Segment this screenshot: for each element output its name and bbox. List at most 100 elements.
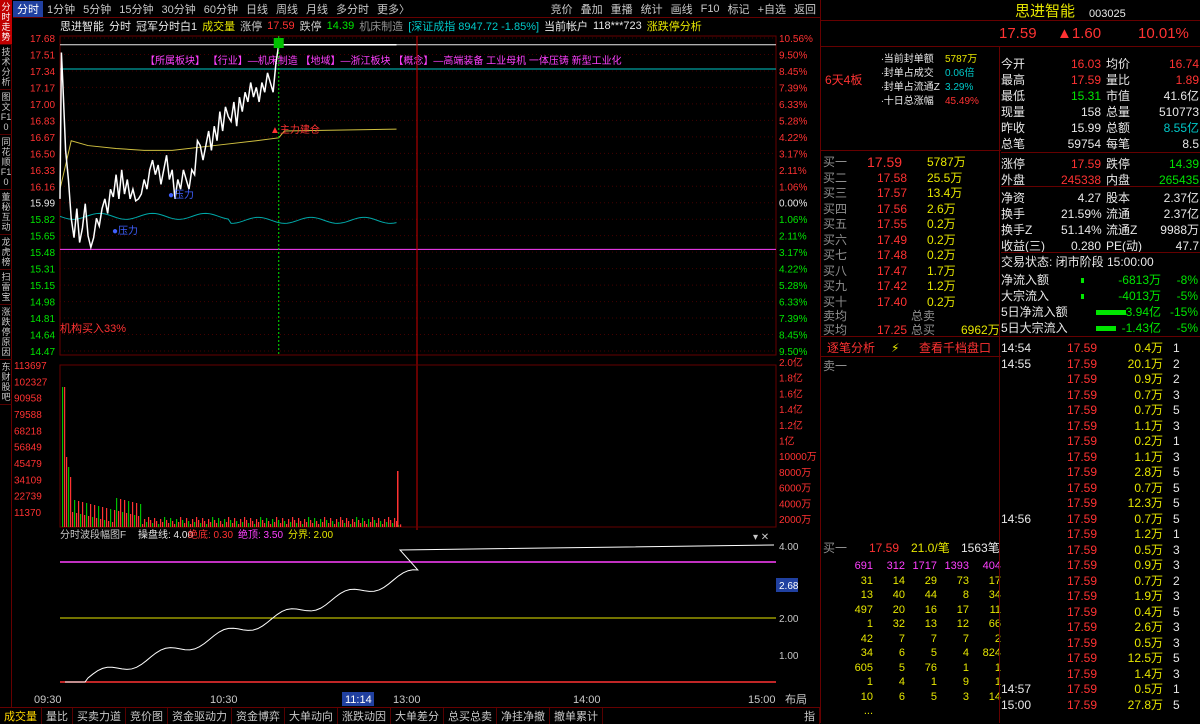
vol-bar [176,519,178,527]
vol-bar [344,523,346,527]
vol-bar [136,503,138,527]
price-tick: 16.33 [30,166,55,177]
price-tick: 14.64 [30,331,55,342]
bottom-right-button[interactable]: 指 [800,707,820,724]
tick-price: 17.59 [1067,403,1098,417]
tick-count: 5 [1173,604,1180,619]
mid-tick: 1.00 [779,651,799,662]
volume-frame [59,364,777,528]
tab-depth[interactable]: 查看千档盘口 [919,340,991,356]
bottom-tab-11[interactable]: 撤单累计 [550,707,603,724]
bid-price: 17.42 [877,279,908,293]
divider [821,356,1001,357]
tick-vol: 0.7万 [1134,511,1163,526]
vol-bar [180,517,182,527]
bottom-tab-8[interactable]: 大单差分 [391,707,444,724]
bottom-tab-6[interactable]: 大单动向 [285,707,338,724]
bottom-tab-5[interactable]: 资金博弈 [232,707,285,724]
price-tick: 15.31 [30,265,55,276]
stat-value: 59754 [1067,137,1101,151]
bottom-tab-7[interactable]: 涨跌动因 [338,707,391,724]
vol-bar [314,518,316,527]
vol-bar [374,520,376,527]
seal-label: ∙十日总涨幅 [881,96,934,107]
layout-button[interactable]: 布局 [785,693,807,706]
mid-tick: 2.00 [779,614,799,625]
divider [821,46,1001,47]
bottom-tab-3[interactable]: 竞价图 [126,707,168,724]
tab-tick-analysis[interactable]: 逐笔分析 [827,340,875,356]
bid-vol: 0.2万 [927,217,956,231]
vol-bar [122,512,124,527]
vol-bar [260,517,262,527]
collapse-icon[interactable]: ▾ ✕ [753,532,769,543]
bottom-tab-4[interactable]: 资金驱动力 [168,707,232,724]
vol-bar [62,387,64,527]
vol-bar [348,521,350,527]
bottom-tab-9[interactable]: 总买总卖 [444,707,497,724]
price-tick: 15.15 [30,281,55,292]
pct-tick: 8.45% [779,67,807,78]
tick-count: 5 [1173,697,1180,712]
vol-bar [94,505,96,527]
price-line [59,43,397,251]
vol-bar [290,522,292,527]
tick-price: 17.59 [1067,620,1098,634]
tick-count: 1 [1173,341,1180,355]
vol-bar [358,520,360,527]
stat-value2: 8.55亿 [1163,121,1199,135]
bottom-tab-2[interactable]: 买卖力道 [73,707,126,724]
vol-bar [242,522,244,527]
vol-tick: 56849 [14,443,42,454]
tick-price: 17.59 [1067,542,1098,557]
tick-vol: 27.8万 [1127,697,1163,712]
vol-tick: 22739 [14,492,42,503]
intraday-chart[interactable]: 17.68 10.56% 17.51 9.50% 17.34 8.45% 17.17 7.39… [0,0,820,707]
vol-bar [64,387,66,527]
bid-price: 17.57 [877,186,908,200]
tick-price: 17.59 [1067,604,1098,619]
vol-bar [346,518,348,527]
vol-bar [150,520,152,527]
vol-bar [308,517,310,527]
bid-label: 买一 [823,155,848,169]
flow-value: -6813万 [1118,273,1161,287]
tick-vol: 0.7万 [1134,403,1163,417]
vol-bar [128,501,130,527]
vol-bar [334,524,336,527]
vol-bar [124,500,126,527]
tick-vol: 0.2万 [1134,434,1163,448]
stat-label: 净资 [1001,191,1026,205]
queue-avg: 21.0/笔 [911,541,950,555]
vol-bar [100,519,102,527]
vol-bar [88,516,90,527]
vol-bar [244,517,246,527]
stat-value: 4.27 [1077,191,1101,205]
bid-label: 买二 [823,170,848,185]
vol-bar [92,517,94,527]
price-change: ▲1.60 [1057,25,1102,42]
bid-price: 17.40 [877,294,908,309]
tick-vol: 1.2万 [1134,527,1163,541]
tick-count: 5 [1173,651,1180,665]
tick-vol: 1.1万 [1134,418,1163,433]
flow-value: -1.43亿 [1121,321,1161,335]
vol-right-tick: 2.0亿 [779,356,803,369]
flow-line [59,212,397,224]
vol-bar [298,518,300,527]
tick-vol: 1.1万 [1134,449,1163,464]
vol-bar [256,519,258,527]
vol-bar [206,524,208,527]
bottom-tab-10[interactable]: 净挂净撤 [497,707,550,724]
mid-item: 操盘线: 4.00 [138,528,193,541]
bottom-tab-0[interactable]: 成交量 [0,707,42,724]
tick-vol: 1.4万 [1134,666,1163,681]
pct-tick: 10.56% [779,34,813,45]
tick-vol: 0.4万 [1134,341,1163,355]
vol-bar [296,523,298,527]
tick-price: 17.59 [1067,651,1098,665]
bid-price: 17.49 [877,232,908,247]
stat-label: 最低 [1001,89,1026,103]
bottom-tab-1[interactable]: 量比 [42,707,73,724]
vol-bar [168,523,170,527]
